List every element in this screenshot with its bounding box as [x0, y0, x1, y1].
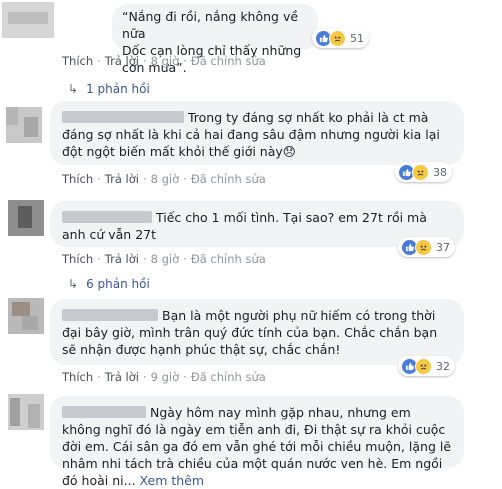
reaction-count: 37: [436, 240, 450, 254]
avatar[interactable]: [2, 2, 54, 38]
sad-reaction-icon: [329, 29, 346, 47]
sad-reaction-icon: [415, 238, 432, 256]
reply-link[interactable]: Trả lời: [105, 54, 139, 68]
like-link[interactable]: Thích: [62, 370, 93, 384]
timestamp[interactable]: 8 giờ: [151, 172, 180, 186]
reaction-summary[interactable]: 32: [398, 356, 455, 376]
comment-actions: Thích · Trả lời · 8 giờ · Đã chỉnh sửa: [62, 172, 266, 186]
reply-link[interactable]: Trả lời: [105, 172, 139, 186]
sad-reaction-icon: [412, 163, 429, 181]
avatar[interactable]: [8, 394, 44, 430]
reply-arrow-icon: ↳: [68, 277, 79, 291]
reply-link[interactable]: Trả lời: [105, 252, 139, 266]
reaction-summary[interactable]: 37: [398, 237, 455, 257]
reaction-count: 32: [436, 359, 450, 373]
view-replies-link[interactable]: ↳ 6 phản hồi: [68, 277, 150, 291]
like-link[interactable]: Thích: [62, 54, 93, 68]
reaction-count: 38: [433, 165, 447, 179]
view-replies-link[interactable]: ↳ 1 phản hồi: [68, 82, 150, 96]
edited-label[interactable]: Đã chỉnh sửa: [191, 252, 266, 266]
comment-actions: Thích · Trả lời · 8 giờ · Đã chỉnh sửa: [62, 54, 266, 68]
comment-bubble: Trong ty đáng sợ nhất ko phải là ct mà đ…: [50, 101, 464, 165]
comment-bubble: Ngày hôm nay mình gặp nhau, nhưng em khô…: [50, 396, 464, 488]
comment-bubble: “Nắng đi rồi, nắng không về nữa Dốc cạn …: [112, 4, 318, 75]
blurred-username[interactable]: [62, 111, 184, 123]
see-more-link[interactable]: Xem thêm: [140, 473, 205, 488]
like-link[interactable]: Thích: [62, 172, 93, 186]
timestamp[interactable]: 8 giờ: [151, 252, 180, 266]
reply-arrow-icon: ↳: [68, 82, 79, 96]
reaction-summary[interactable]: 38: [395, 162, 452, 182]
sad-reaction-icon: [415, 357, 432, 375]
timestamp[interactable]: 9 giờ: [151, 370, 180, 384]
reaction-count: 51: [350, 31, 364, 45]
avatar[interactable]: [6, 107, 42, 143]
timestamp[interactable]: 8 giờ: [151, 54, 180, 68]
comment-actions: Thích · Trả lời · 9 giờ · Đã chỉnh sửa: [62, 370, 266, 384]
comment-actions: Thích · Trả lời · 8 giờ · Đã chỉnh sửa: [62, 252, 266, 266]
edited-label[interactable]: Đã chỉnh sửa: [191, 370, 266, 384]
avatar[interactable]: [8, 200, 44, 236]
like-link[interactable]: Thích: [62, 252, 93, 266]
edited-label[interactable]: Đã chỉnh sửa: [191, 54, 266, 68]
reaction-summary[interactable]: 51: [312, 28, 369, 48]
disappointed-emoji: 😞: [282, 144, 296, 159]
blurred-username[interactable]: [62, 406, 146, 418]
comment-bubble: Bạn là một người phụ nữ hiếm có trong th…: [50, 299, 464, 365]
avatar[interactable]: [8, 298, 44, 334]
blurred-username[interactable]: [62, 309, 158, 321]
blurred-username[interactable]: [62, 211, 152, 223]
edited-label[interactable]: Đã chỉnh sửa: [191, 172, 266, 186]
reply-link[interactable]: Trả lời: [105, 370, 139, 384]
